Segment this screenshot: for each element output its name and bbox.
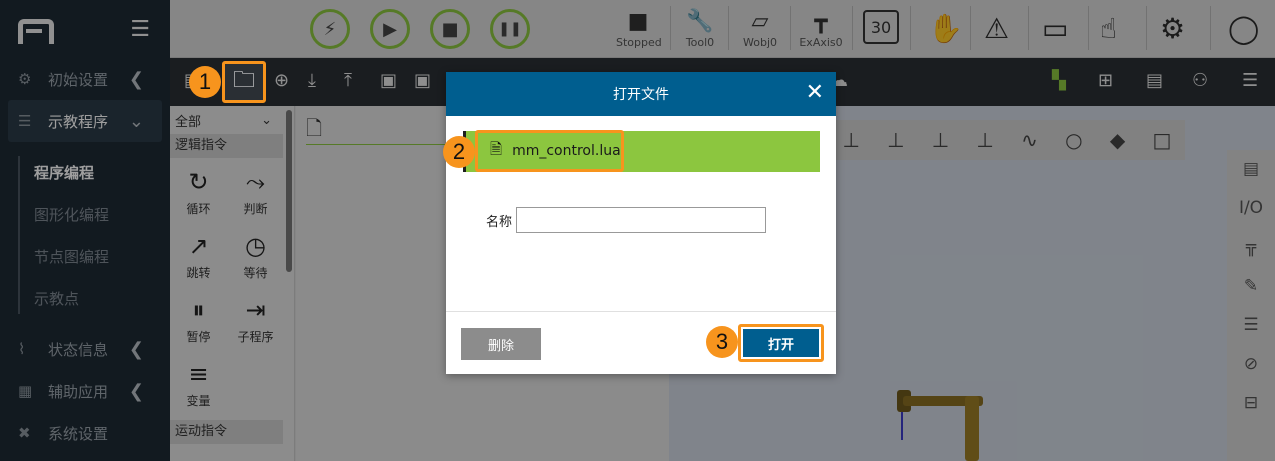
name-label: 名称: [486, 214, 513, 230]
open-folder-button[interactable]: 🗀: [222, 61, 266, 103]
close-icon[interactable]: ✕: [806, 82, 824, 104]
dialog-footer: 删除 打开: [446, 311, 836, 374]
dialog-title: 打开文件: [613, 87, 669, 103]
folder-icon: 🗀: [232, 68, 255, 93]
step-badge-3: 3: [706, 326, 738, 358]
delete-button[interactable]: 删除: [461, 328, 541, 360]
name-row: 名称: [486, 207, 767, 233]
file-item[interactable]: 🗎 mm_control.lua: [475, 130, 624, 172]
open-button[interactable]: 打开: [743, 329, 819, 357]
document-icon: 🗎: [490, 139, 503, 158]
name-input[interactable]: [516, 207, 767, 233]
step-badge-1: 1: [189, 66, 221, 98]
file-name: mm_control.lua: [512, 143, 621, 159]
dialog-header: 打开文件 ✕: [446, 72, 836, 116]
app-root: ☰ ⚙ 初始设置 ❮ ☰ 示教程序 ⌄ 程序编程 图形化编程 节点图编程 示教点…: [0, 0, 1275, 461]
open-file-dialog: 打开文件 ✕ 🗎 mm_control.lua 名称 删除 打开: [446, 72, 836, 374]
step-badge-2: 2: [443, 136, 475, 168]
